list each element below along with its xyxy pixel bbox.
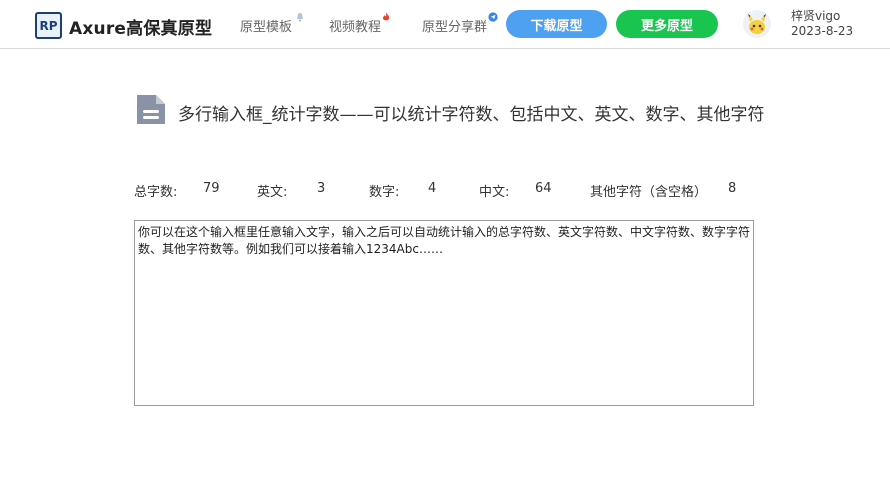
nav-item-templates[interactable]: 原型模板 bbox=[240, 16, 292, 35]
user-name[interactable]: 梓贤vigo bbox=[791, 7, 840, 24]
top-header: RP Axure高保真原型 原型模板 视频教程 原型分享群 下载原型 更多原型 … bbox=[0, 0, 890, 49]
nav-item-share-group[interactable]: 原型分享群 bbox=[422, 16, 487, 35]
download-prototype-button[interactable]: 下载原型 bbox=[506, 10, 607, 38]
user-date: 2023-8-23 bbox=[791, 24, 854, 38]
multiline-text-input[interactable]: 你可以在这个输入框里任意输入文字，输入之后可以自动统计输入的总字符数、英文字符数… bbox=[134, 220, 754, 406]
fire-icon bbox=[382, 12, 390, 21]
user-avatar-icon bbox=[743, 10, 771, 38]
other-count-value: 8 bbox=[728, 181, 737, 196]
site-title[interactable]: Axure高保真原型 bbox=[69, 14, 212, 39]
english-count-label: 英文: bbox=[257, 185, 288, 200]
avatar[interactable] bbox=[743, 10, 771, 38]
chinese-count-value: 64 bbox=[535, 181, 552, 196]
english-count-value: 3 bbox=[317, 181, 326, 196]
total-count-value: 79 bbox=[203, 181, 220, 196]
logo-icon[interactable]: RP bbox=[35, 12, 62, 39]
document-icon bbox=[137, 95, 165, 124]
digit-count-value: 4 bbox=[428, 181, 437, 196]
logo-badge-text: RP bbox=[39, 18, 58, 33]
page-title: 多行输入框_统计字数——可以统计字符数、包括中文、英文、数字、其他字符 bbox=[178, 105, 765, 125]
total-count-label: 总字数: bbox=[134, 185, 178, 200]
more-prototypes-button[interactable]: 更多原型 bbox=[616, 10, 718, 38]
bell-icon bbox=[297, 13, 303, 22]
digit-count-label: 数字: bbox=[369, 185, 400, 200]
send-icon bbox=[488, 12, 498, 22]
chinese-count-label: 中文: bbox=[479, 185, 510, 200]
other-count-label: 其他字符（含空格） bbox=[590, 185, 708, 200]
nav-item-videos[interactable]: 视频教程 bbox=[329, 16, 381, 35]
